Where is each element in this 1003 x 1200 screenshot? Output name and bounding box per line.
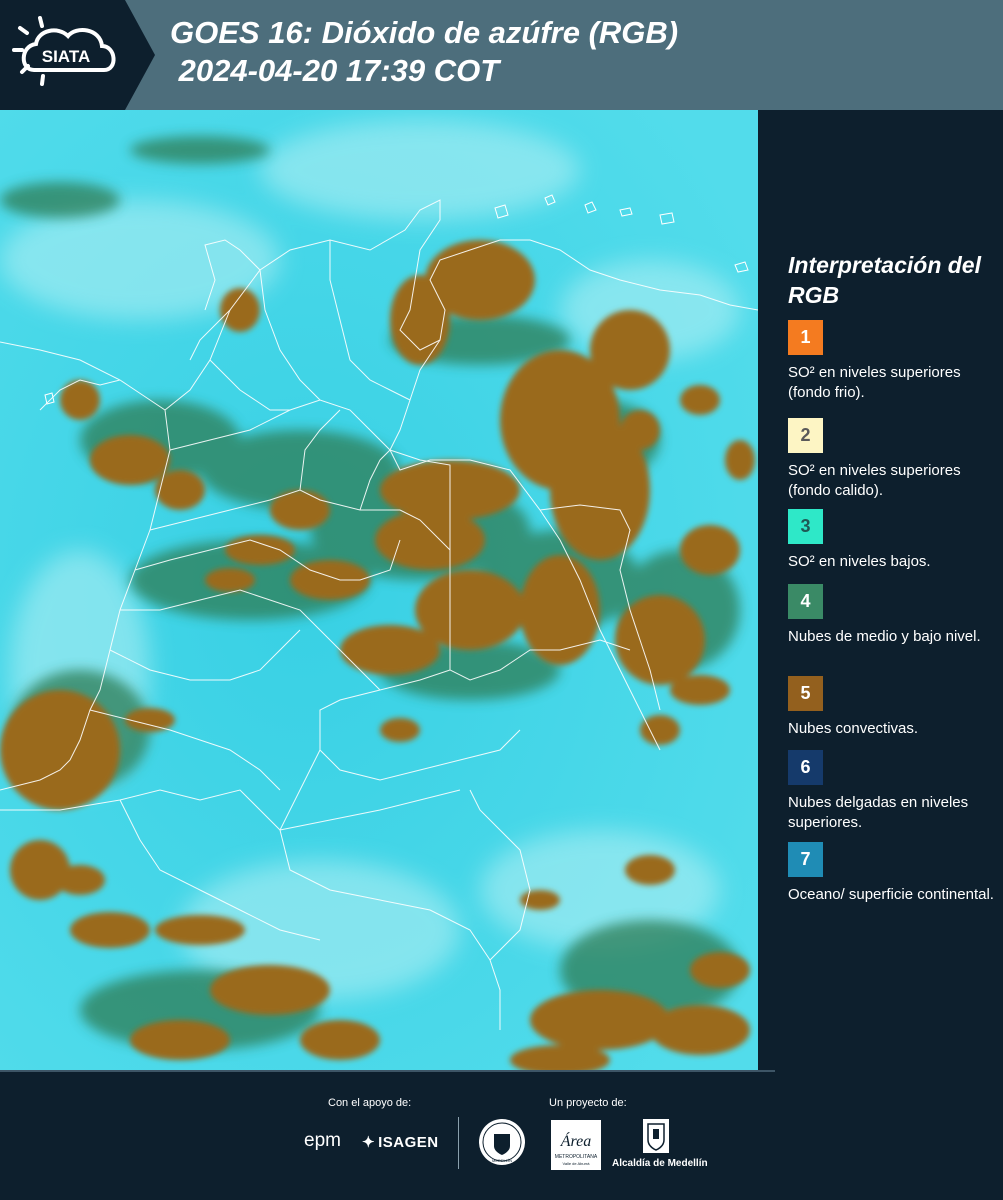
alcaldia-label: Alcaldía de Medellín	[612, 1158, 708, 1169]
legend-swatch-6: 6	[788, 750, 823, 785]
legend-item-1: 1 SO² en niveles superiores (fondo frio)…	[788, 320, 998, 403]
legend-label-1: SO² en niveles superiores (fondo frio).	[788, 364, 961, 401]
legend-label-7: Oceano/ superficie continental.	[788, 886, 994, 903]
legend-swatch-7: 7	[788, 842, 823, 877]
svg-text:Valle de Aburrá: Valle de Aburrá	[562, 1161, 590, 1166]
legend-title: Interpretación del RGB	[788, 252, 981, 308]
goes-so2-rgb-image	[0, 110, 758, 1070]
legend-swatch-1: 1	[788, 320, 823, 355]
footer-vertical-divider	[458, 1117, 459, 1169]
svg-text:SIATA: SIATA	[42, 47, 90, 66]
legend-item-5: 5 Nubes convectivas.	[788, 676, 998, 739]
footer-divider	[0, 1070, 775, 1072]
medellin-seal-logo: MEDELLÍN	[479, 1119, 525, 1165]
legend-swatch-2: 2	[788, 418, 823, 453]
svg-text:MEDELLÍN: MEDELLÍN	[492, 1158, 512, 1163]
legend-label-4: Nubes de medio y bajo nivel.	[788, 628, 981, 645]
svg-text:Área: Área	[560, 1131, 592, 1150]
project-label: Un proyecto de:	[549, 1097, 627, 1109]
header: SIATA GOES 16: Dióxido de azúfre (RGB) 2…	[0, 0, 1003, 110]
legend-label-6: Nubes delgadas en niveles superiores.	[788, 794, 969, 831]
legend-swatch-5: 5	[788, 676, 823, 711]
epm-logo: epm	[304, 1130, 341, 1151]
legend-label-5: Nubes convectivas.	[788, 720, 919, 737]
legend-swatch-3: 3	[788, 509, 823, 544]
legend-label-3: SO² en niveles bajos.	[788, 553, 931, 570]
legend-item-4: 4 Nubes de medio y bajo nivel.	[788, 584, 998, 647]
isagen-star-icon: ✦	[362, 1134, 376, 1151]
alcaldia-shield-logo	[643, 1119, 669, 1153]
legend-item-3: 3 SO² en niveles bajos.	[788, 509, 998, 572]
area-metropolitana-logo: Área METROPOLITANA Valle de Aburrá	[551, 1120, 601, 1170]
support-label: Con el apoyo de:	[328, 1097, 412, 1109]
isagen-logo: ✦ ISAGEN	[362, 1134, 439, 1151]
legend-item-2: 2 SO² en niveles superiores (fondo calid…	[788, 418, 998, 501]
legend-item-6: 6 Nubes delgadas en niveles superiores.	[788, 750, 998, 833]
svg-text:METROPOLITANA: METROPOLITANA	[555, 1154, 598, 1160]
siata-logo: SIATA	[12, 16, 116, 86]
legend-swatch-4: 4	[788, 584, 823, 619]
legend-panel: Interpretación del RGB 1 SO² en niveles …	[758, 110, 1003, 1070]
siata-logo-block: SIATA	[0, 0, 155, 110]
page-title: GOES 16: Dióxido de azúfre (RGB) 2024-04…	[170, 15, 679, 88]
legend-item-7: 7 Oceano/ superficie continental.	[788, 842, 998, 905]
legend-label-2: SO² en niveles superiores (fondo calido)…	[788, 462, 961, 499]
footer: Con el apoyo de: Un proyecto de: epm ✦ IS…	[0, 1070, 1003, 1200]
satellite-map	[0, 110, 758, 1070]
